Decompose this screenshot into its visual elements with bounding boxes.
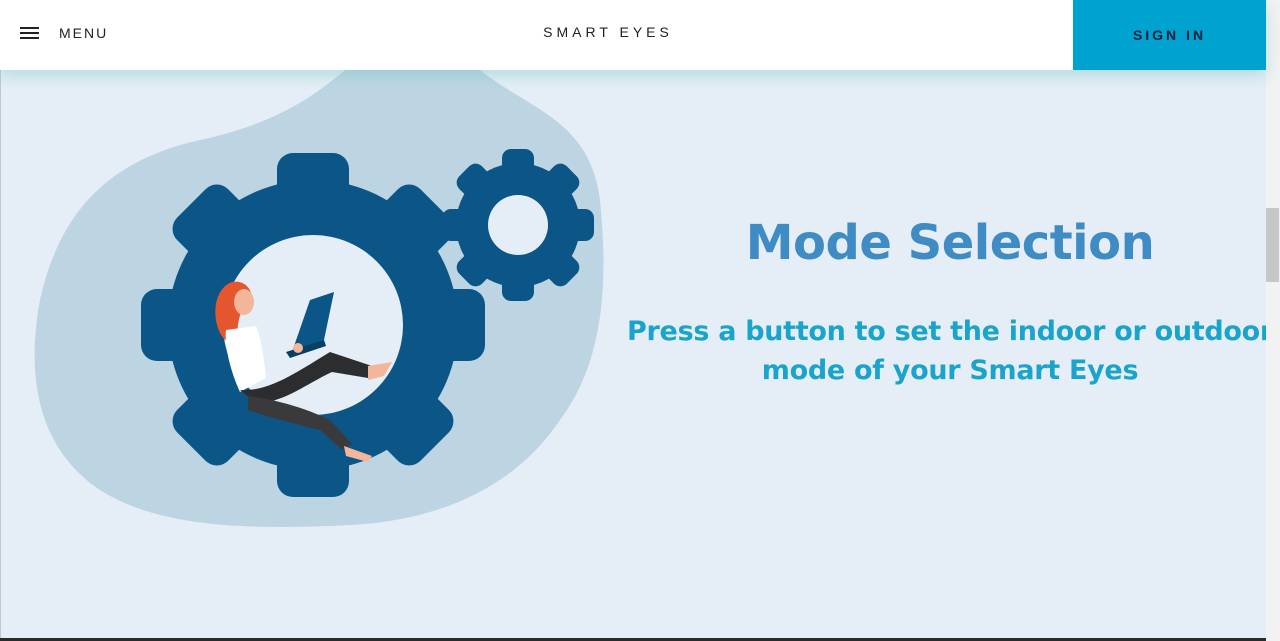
brand-title[interactable]: SMART EYES bbox=[0, 24, 1216, 40]
mode-illustration bbox=[34, 70, 604, 527]
sign-in-button[interactable]: SIGN IN bbox=[1073, 0, 1266, 70]
vertical-scrollbar[interactable] bbox=[1266, 0, 1280, 641]
page-title: Mode Selection bbox=[745, 215, 1155, 271]
small-gear-icon bbox=[442, 149, 594, 301]
scrollbar-thumb[interactable] bbox=[1266, 208, 1279, 282]
page-subtitle: Press a button to set the indoor or outd… bbox=[627, 316, 1273, 386]
top-navigation-bar: MENU SMART EYES SIGN IN bbox=[0, 0, 1266, 70]
